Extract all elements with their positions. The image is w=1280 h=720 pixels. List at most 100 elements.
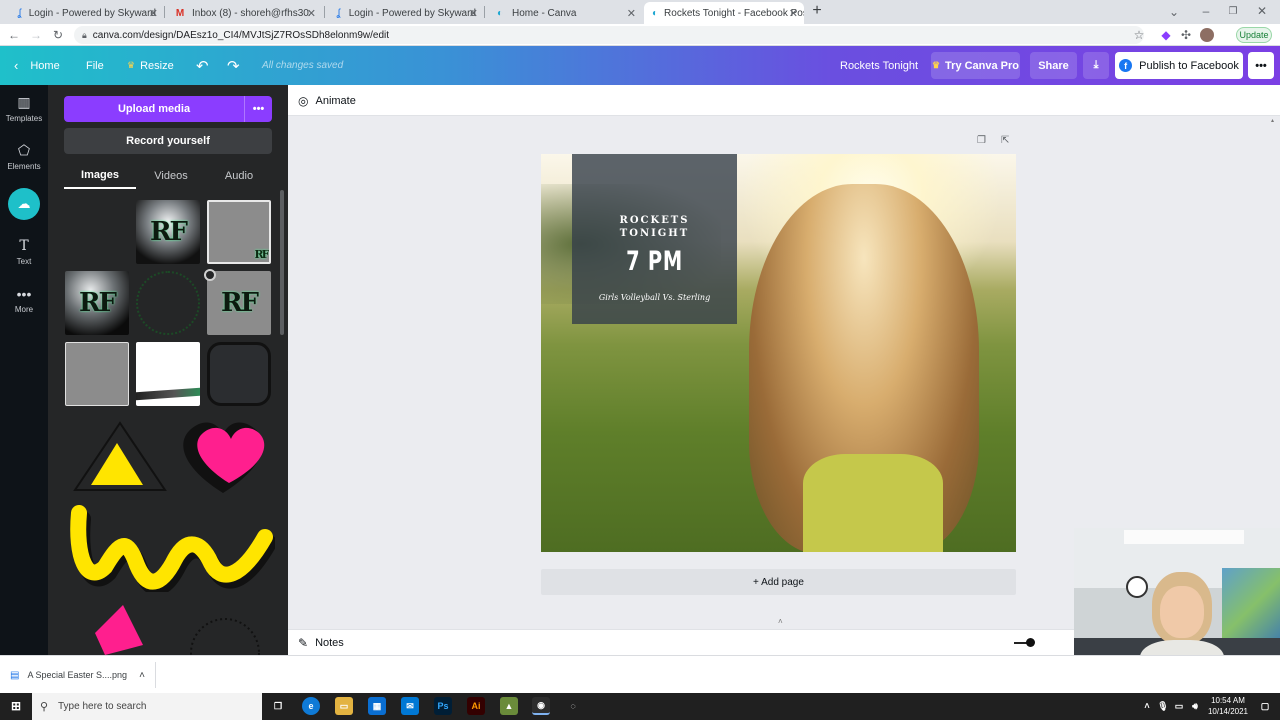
store-icon[interactable]: ▦ (368, 697, 386, 715)
nav-uploads[interactable]: ☁ (0, 181, 48, 227)
close-icon[interactable]: ✕ (789, 7, 798, 20)
chevron-up-icon[interactable]: ˄ (778, 617, 783, 626)
editor-toolbar: ◎ Animate (288, 85, 1280, 116)
upload-thumbnail[interactable]: RF (136, 200, 200, 264)
design-title-text[interactable]: ROCKETS TONIGHT (572, 214, 737, 240)
close-icon[interactable]: ✕ (149, 7, 158, 20)
add-page-icon[interactable]: ⇱ (1001, 135, 1013, 147)
webcam-person-face (1160, 586, 1204, 638)
upload-thumbnail[interactable] (136, 271, 200, 335)
edge-icon[interactable]: e (302, 697, 320, 715)
taskbar-search-input[interactable]: ⚲ Type here to search (32, 693, 262, 720)
profile-avatar[interactable] (1200, 28, 1214, 42)
volume-icon[interactable]: 🔊︎ (1186, 697, 1204, 715)
close-icon[interactable]: ✕ (307, 7, 316, 20)
tab-images[interactable]: Images (64, 163, 136, 189)
illustrator-icon[interactable]: Ai (467, 697, 485, 715)
task-view-icon[interactable]: ❒ (269, 697, 287, 715)
facebook-icon: f (1119, 59, 1133, 72)
triangle-graphic[interactable] (65, 415, 175, 495)
back-arrow-icon[interactable]: ← (6, 27, 22, 43)
forward-arrow-icon[interactable]: → (28, 27, 44, 43)
new-tab-plus-icon[interactable]: + (809, 2, 825, 19)
design-subtitle-text[interactable]: Girls Volleyball Vs. Sterling (572, 293, 737, 302)
zoom-slider-knob[interactable] (1026, 638, 1035, 647)
mail-icon[interactable]: ✉ (401, 697, 419, 715)
minimize-icon[interactable]: – (1198, 3, 1214, 19)
browser-tab[interactable]: M Inbox (8) - shoreh@rfhs301.org ✕ (166, 2, 322, 24)
browser-tab[interactable]: ʆ Login - Powered by Skyward ✕ (8, 2, 164, 24)
nav-text[interactable]: T Text (0, 229, 48, 275)
record-yourself-button[interactable]: Record yourself (64, 128, 272, 154)
try-canva-pro-button[interactable]: ♛ Try Canva Pro (931, 52, 1020, 79)
upload-thumbnail[interactable]: RF (207, 271, 271, 335)
restore-icon[interactable]: ❐ (1225, 3, 1241, 19)
canva-top-bar: ‹ Home File ♛ Resize ↶ ↷ All changes sav… (0, 46, 1280, 85)
extensions-puzzle-icon[interactable]: ✣ (1178, 27, 1194, 43)
url-bar[interactable]: 🔒︎ canva.com/design/DAEsz1o_CI4/MVJtSjZ7… (74, 26, 1144, 44)
undo-icon[interactable]: ↶ (196, 46, 209, 85)
upload-media-button[interactable]: Upload media ••• (64, 96, 272, 122)
download-item[interactable]: ▤ A Special Easter S....png ˄ (10, 662, 156, 688)
browser-tab[interactable]: ◐ Home - Canva ✕ (486, 2, 642, 24)
extension-icon[interactable]: ◆ (1158, 27, 1174, 43)
design-canvas[interactable]: ROCKETS TONIGHT 7 PM Girls Volleyball Vs… (541, 154, 1016, 552)
duplicate-page-icon[interactable]: ❐ (977, 135, 989, 147)
share-button[interactable]: Share (1030, 52, 1077, 79)
file-menu-button[interactable]: File (86, 46, 104, 85)
windows-start-icon[interactable]: ⊞ (7, 697, 25, 715)
add-page-button[interactable]: + Add page (541, 569, 1016, 595)
home-button[interactable]: ‹ Home (14, 46, 60, 85)
file-explorer-icon[interactable]: ▭ (335, 697, 353, 715)
window-close-icon[interactable]: ✕ (1254, 3, 1270, 19)
tab-search-icon[interactable]: ⌄ (1166, 4, 1182, 20)
photoshop-icon[interactable]: Ps (434, 697, 452, 715)
webcam-clock (1126, 576, 1148, 598)
chevron-up-icon[interactable]: ˄ (139, 670, 145, 681)
upload-thumbnail[interactable] (207, 342, 271, 406)
redo-icon[interactable]: ↷ (227, 46, 240, 85)
publish-to-facebook-button[interactable]: f Publish to Facebook (1115, 52, 1243, 79)
design-time-text[interactable]: 7 PM (595, 246, 714, 277)
upload-thumbnail[interactable] (136, 342, 200, 406)
tab-separator (324, 6, 325, 18)
chevron-left-icon: ‹ (14, 58, 19, 73)
update-button[interactable]: Update (1236, 27, 1272, 43)
taskbar-clock[interactable]: 10:54 AM 10/14/2021 (1208, 695, 1248, 717)
nav-elements[interactable]: ⬠ Elements (0, 133, 48, 179)
nav-more[interactable]: ••• More (0, 277, 48, 323)
obs-icon[interactable]: ◌ (564, 697, 582, 715)
more-dots-icon[interactable]: ••• (244, 96, 272, 122)
shapes-graphic[interactable] (65, 605, 275, 655)
panel-scrollbar[interactable] (280, 190, 284, 335)
resize-label: Resize (140, 59, 174, 72)
tab-title: Home - Canva (512, 7, 577, 19)
notification-icon[interactable]: ▢ (1256, 697, 1274, 715)
heart-graphic[interactable] (173, 413, 273, 497)
more-options-icon[interactable]: ••• (1248, 52, 1274, 79)
close-icon[interactable]: ✕ (627, 7, 636, 20)
clock-time: 10:54 AM (1211, 696, 1245, 705)
upload-thumbnail[interactable]: RF (65, 271, 129, 335)
scroll-up-icon[interactable]: ▴ (1271, 117, 1275, 125)
download-icon[interactable]: ⤓ (1083, 52, 1109, 79)
browser-tab-active[interactable]: ◐ Rockets Tonight - Facebook Post ✕ (644, 2, 804, 24)
design-title[interactable]: Rockets Tonight (840, 46, 918, 85)
nav-templates[interactable]: ▥ Templates (0, 85, 48, 131)
resize-button[interactable]: ♛ Resize (127, 46, 174, 85)
tab-videos[interactable]: Videos (136, 163, 206, 189)
text-overlay-box[interactable]: ROCKETS TONIGHT 7 PM Girls Volleyball Vs… (572, 154, 737, 324)
browser-tab[interactable]: ʆ Login - Powered by Skyward ✕ (326, 2, 484, 24)
nav-label: Elements (7, 161, 41, 171)
upload-thumbnail[interactable]: RF (207, 200, 271, 264)
notes-button[interactable]: ✎ Notes (298, 634, 344, 652)
app-icon[interactable]: ▲ (500, 697, 518, 715)
close-icon[interactable]: ✕ (469, 7, 478, 20)
chrome-icon[interactable]: ◉ (532, 697, 550, 715)
reload-icon[interactable]: ↻ (50, 27, 66, 43)
tab-audio[interactable]: Audio (206, 163, 272, 189)
upload-thumbnail[interactable] (65, 342, 129, 406)
animate-button[interactable]: ◎ Animate (298, 91, 356, 111)
bookmark-star-icon[interactable]: ☆ (1131, 27, 1147, 43)
squiggle-graphic[interactable] (65, 497, 275, 592)
